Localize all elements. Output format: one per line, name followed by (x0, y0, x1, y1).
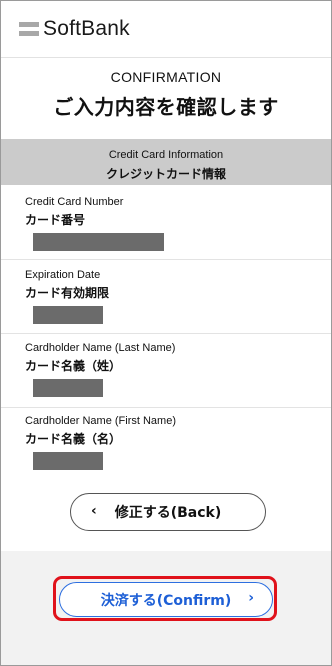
confirm-button-label: 決済する(Confirm) (100, 592, 232, 609)
chevron-left-icon: ‹ (91, 503, 97, 519)
back-button-label: 修正する(Back) (114, 505, 222, 521)
field-label-en: Expiration Date (25, 269, 101, 281)
confirm-button[interactable]: 決済する(Confirm) › (59, 582, 273, 617)
field-label-ja: カード有効期限 (25, 286, 110, 300)
field-label-ja: カード名義（名） (25, 432, 122, 446)
field-expiration-date: Expiration Date カード有効期限 (1, 259, 331, 334)
field-cardholder-last-name: Cardholder Name (Last Name) カード名義（姓） (1, 333, 331, 408)
masked-value (33, 306, 103, 324)
chevron-right-icon: › (248, 590, 254, 606)
field-cardholder-first-name: Cardholder Name (First Name) カード名義（名） (1, 407, 331, 480)
back-button[interactable]: ‹ 修正する(Back) (70, 493, 266, 531)
field-label-ja: カード名義（姓） (25, 359, 122, 373)
masked-value (33, 233, 164, 251)
field-label-en: Cardholder Name (Last Name) (25, 342, 176, 354)
softbank-logo: SoftBank (19, 15, 130, 43)
logo-text: SoftBank (43, 17, 130, 40)
back-area: ‹ 修正する(Back) (1, 479, 331, 551)
confirm-area: 決済する(Confirm) › (1, 551, 331, 665)
masked-value (33, 452, 103, 470)
logo-bars-icon (19, 22, 39, 36)
masked-value (33, 379, 103, 397)
page-title-en: CONFIRMATION (110, 69, 222, 85)
section-title-ja: クレジットカード情報 (105, 167, 226, 181)
field-card-number: Credit Card Number カード番号 (1, 185, 331, 260)
title-area: CONFIRMATION ご入力内容を確認します (1, 57, 331, 139)
field-label-en: Credit Card Number (25, 196, 124, 208)
header: SoftBank (1, 1, 331, 58)
section-title-en: Credit Card Information (108, 149, 224, 161)
page-frame: SoftBank CONFIRMATION ご入力内容を確認します Credit… (0, 0, 332, 666)
section-header: Credit Card Information クレジットカード情報 (1, 139, 331, 185)
field-label-en: Cardholder Name (First Name) (25, 415, 176, 427)
page-title-ja: ご入力内容を確認します (53, 95, 279, 119)
field-label-ja: カード番号 (25, 213, 86, 227)
